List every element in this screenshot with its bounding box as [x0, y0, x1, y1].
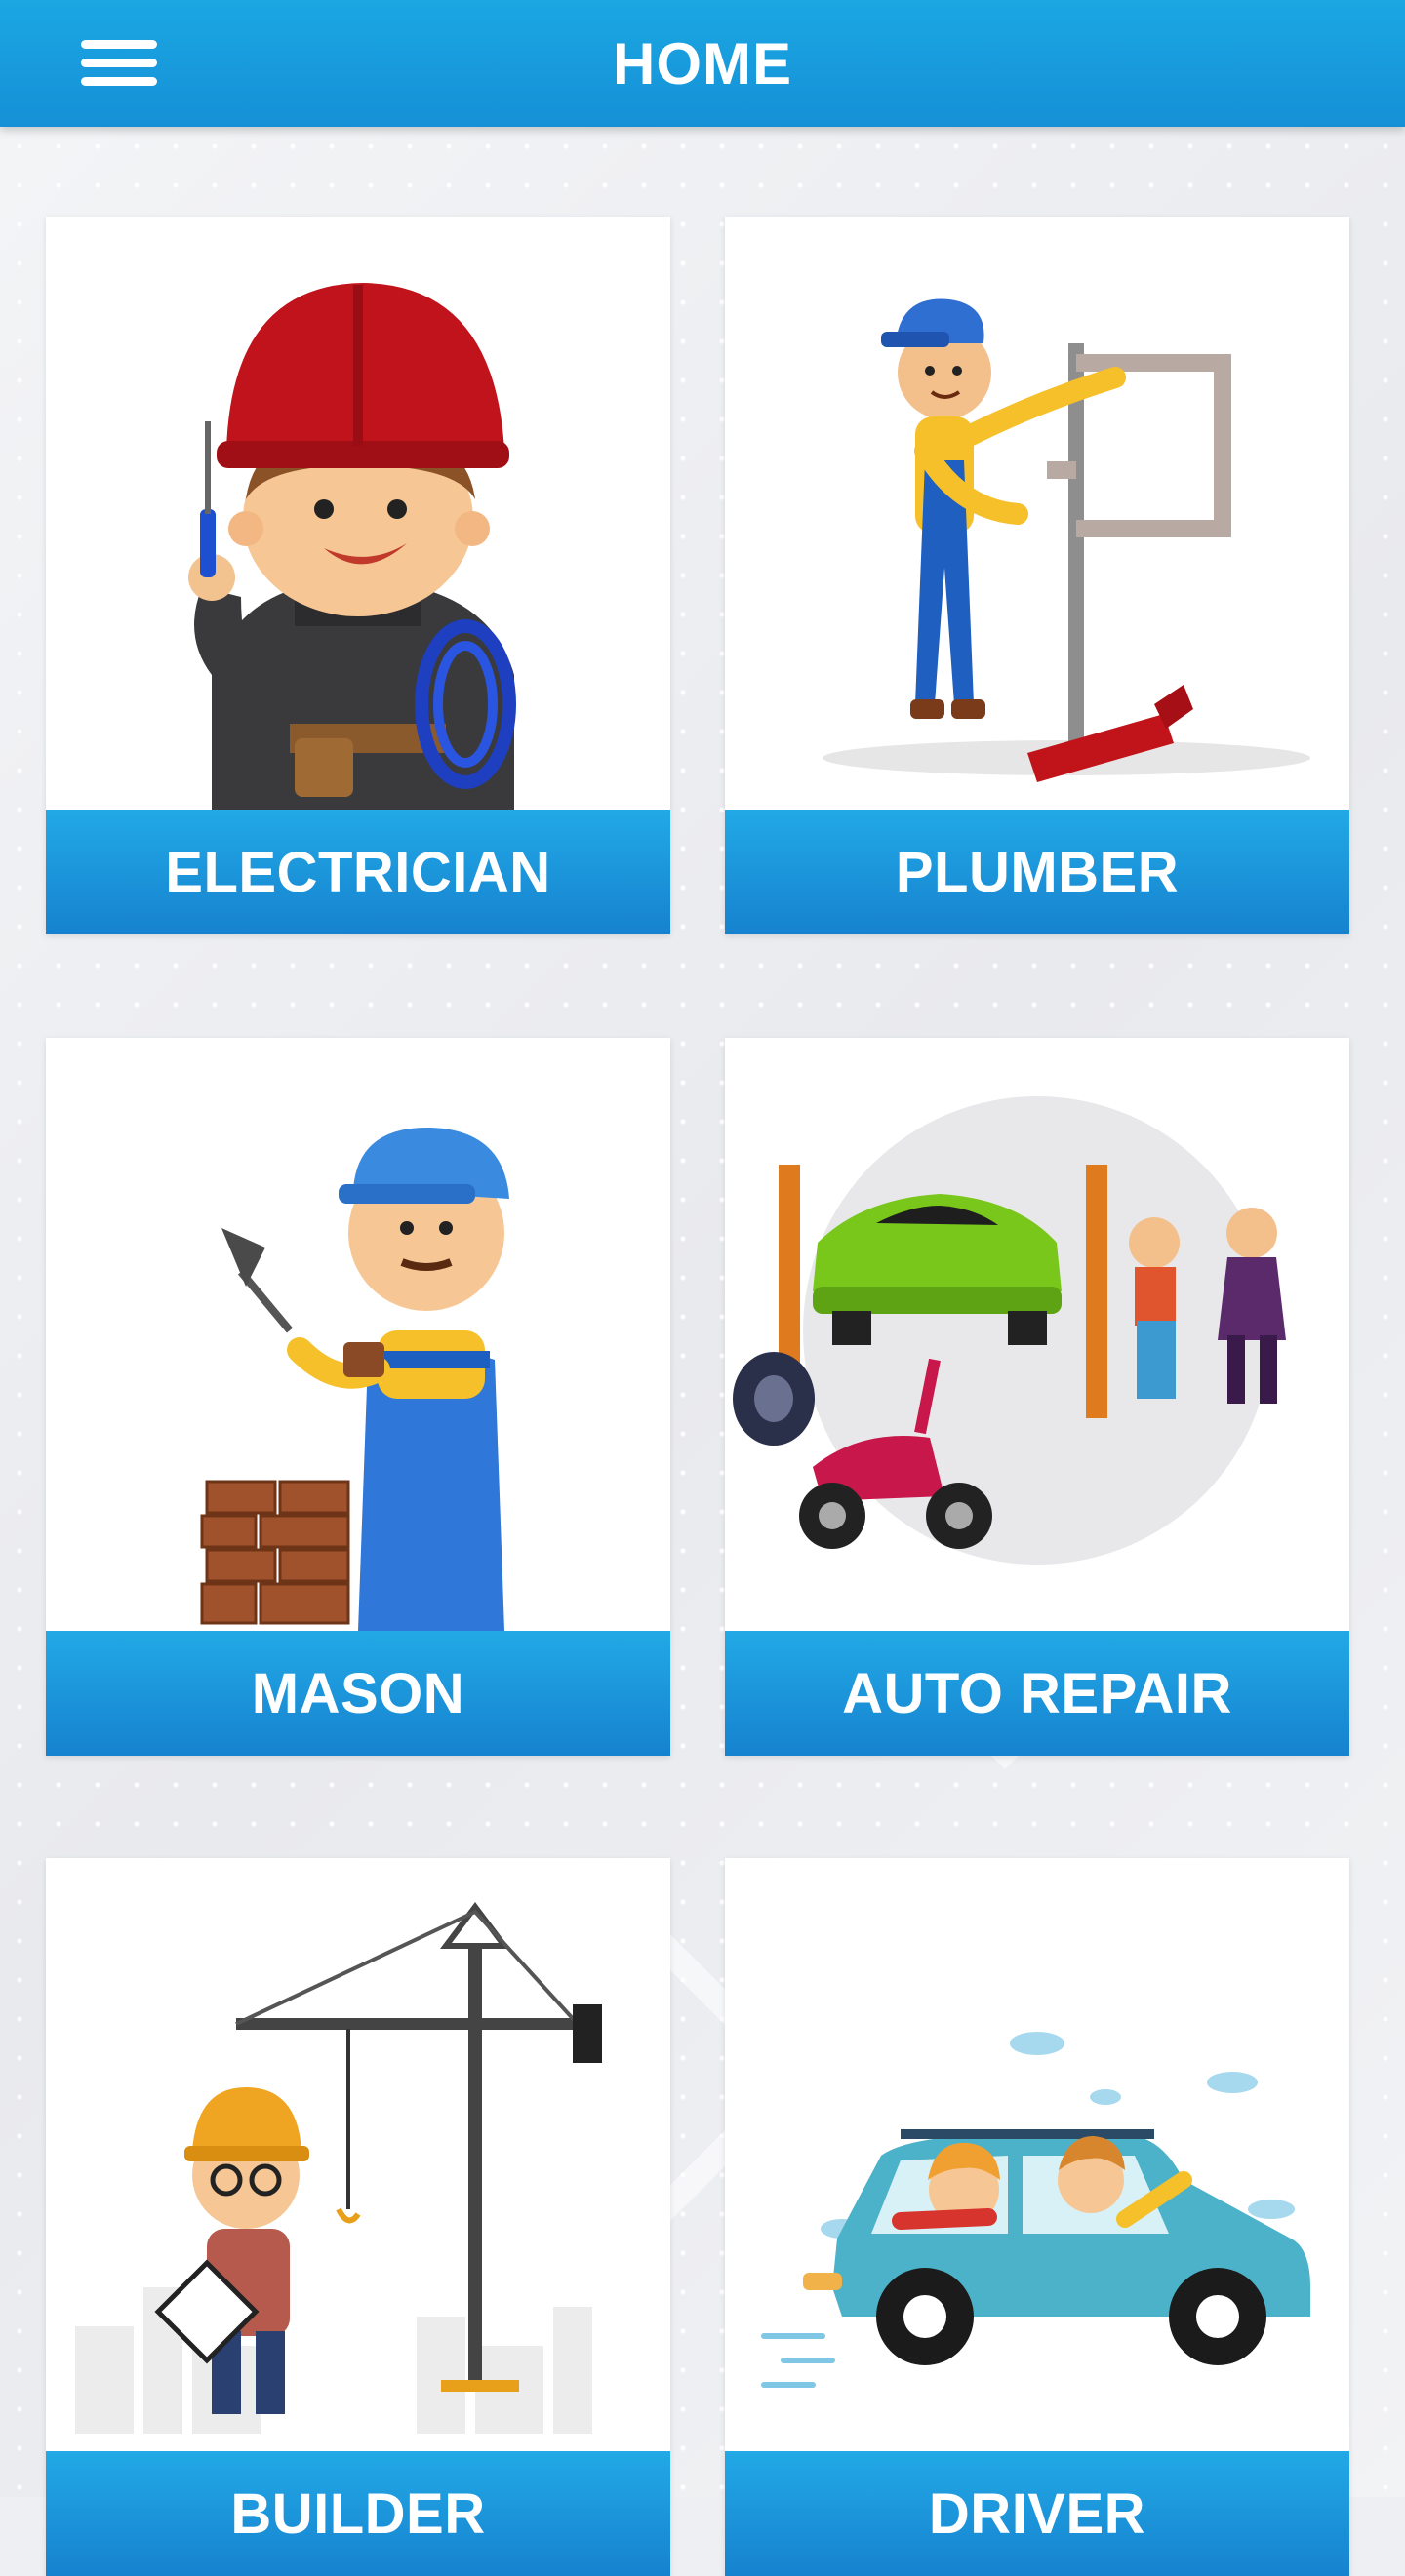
category-label-plumber: PLUMBER: [725, 810, 1349, 934]
plumber-illustration: [725, 217, 1349, 810]
category-card-auto-repair[interactable]: AUTO REPAIR: [725, 1038, 1349, 1756]
category-label-auto-repair: AUTO REPAIR: [725, 1631, 1349, 1756]
category-card-builder[interactable]: BUILDER: [46, 1858, 670, 2576]
category-card-mason[interactable]: MASON: [46, 1038, 670, 1756]
mason-illustration: [46, 1038, 670, 1631]
category-label-builder: BUILDER: [46, 2451, 670, 2576]
driver-illustration: [725, 1858, 1349, 2451]
category-card-plumber[interactable]: PLUMBER: [725, 217, 1349, 934]
builder-illustration: [46, 1858, 670, 2451]
category-card-electrician[interactable]: ELECTRICIAN: [46, 217, 670, 934]
category-label-mason: MASON: [46, 1631, 670, 1756]
category-label-electrician: ELECTRICIAN: [46, 810, 670, 934]
menu-button[interactable]: [60, 27, 178, 99]
electrician-illustration: [46, 217, 670, 810]
app-bar: HOME: [0, 0, 1405, 127]
hamburger-menu-icon: [81, 36, 157, 91]
category-label-driver: DRIVER: [725, 2451, 1349, 2576]
page-title: HOME: [613, 30, 792, 97]
category-card-driver[interactable]: DRIVER: [725, 1858, 1349, 2576]
auto-repair-illustration: [725, 1038, 1349, 1631]
